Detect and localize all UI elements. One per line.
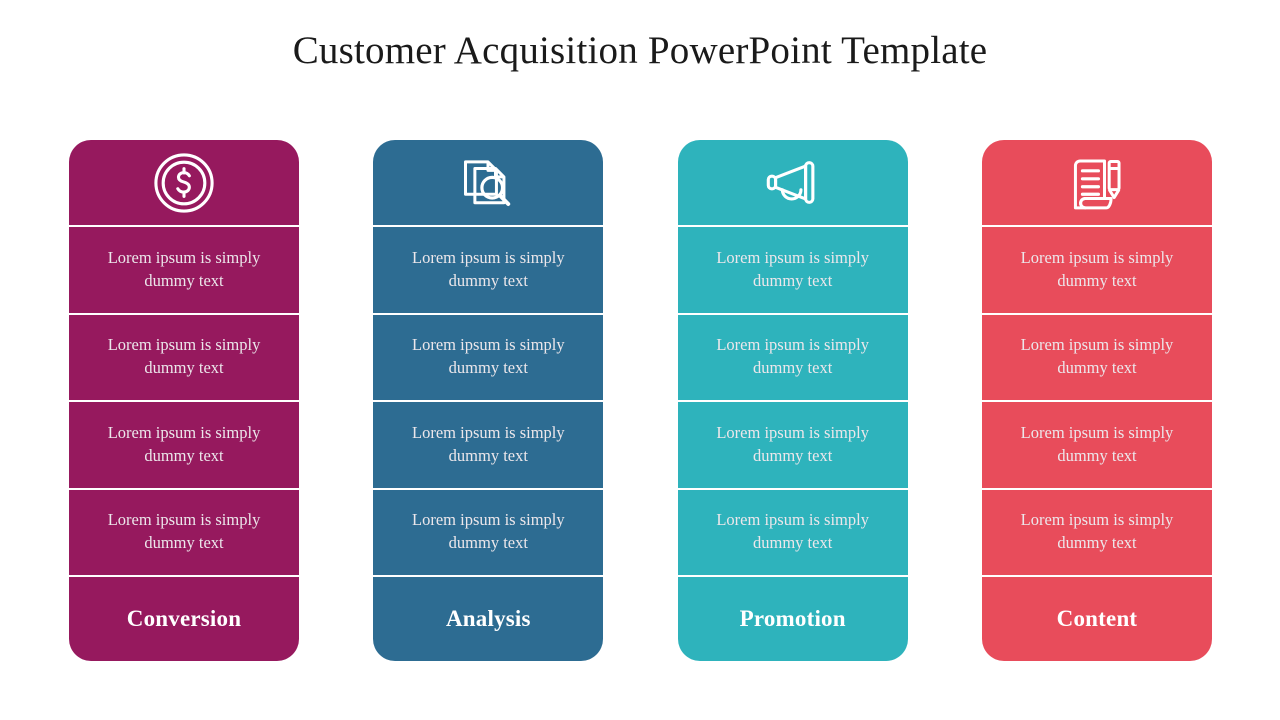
page-title: Customer Acquisition PowerPoint Template (292, 29, 988, 72)
card-row[interactable]: Lorem ipsum is simply dummy text (373, 490, 604, 577)
card-row-text: Lorem ipsum is simply dummy text (716, 247, 869, 290)
card-row[interactable]: Lorem ipsum is simply dummy text (677, 490, 908, 577)
card-row-text: Lorem ipsum is simply dummy text (412, 422, 565, 465)
card-row-text: Lorem ipsum is simply dummy text (412, 247, 565, 290)
card-row[interactable]: Lorem ipsum is simply dummy text (677, 402, 908, 490)
column-card-conversion[interactable]: Lorem ipsum is simply dummy text Lorem i… (69, 140, 299, 661)
card-row-text: Lorem ipsum is simply dummy text (412, 335, 565, 378)
columns-container: Lorem ipsum is simply dummy text Lorem i… (69, 140, 1212, 661)
card-row-text: Lorem ipsum is simply dummy text (716, 510, 869, 553)
card-row-text: Lorem ipsum is simply dummy text (1020, 510, 1174, 553)
card-row-text: Lorem ipsum is simply dummy text (107, 510, 261, 553)
dollar-coin-icon (153, 152, 215, 214)
card-row[interactable]: Lorem ipsum is simply dummy text (373, 402, 604, 490)
column-card-analysis[interactable]: Lorem ipsum is simply dummy text Lorem i… (373, 140, 604, 661)
document-search-icon (458, 153, 518, 213)
card-row[interactable]: Lorem ipsum is simply dummy text (981, 490, 1212, 577)
card-row-text: Lorem ipsum is simply dummy text (107, 422, 261, 465)
card-footer-label: Content (1056, 606, 1138, 631)
card-footer-label: Analysis (445, 606, 531, 631)
document-pencil-icon (1067, 153, 1127, 213)
column-card-promotion[interactable]: Lorem ipsum is simply dummy text Lorem i… (677, 140, 908, 661)
card-row[interactable]: Lorem ipsum is simply dummy text (981, 402, 1212, 490)
slide-canvas: Customer Acquisition PowerPoint Template… (0, 0, 1280, 720)
card-row-text: Lorem ipsum is simply dummy text (412, 510, 565, 553)
card-row-text: Lorem ipsum is simply dummy text (716, 422, 869, 465)
card-icon-header-promotion (677, 140, 908, 227)
card-row[interactable]: Lorem ipsum is simply dummy text (373, 315, 604, 402)
card-footer-label: Promotion (739, 606, 846, 631)
card-row[interactable]: Lorem ipsum is simply dummy text (373, 227, 604, 315)
column-card-content[interactable]: Lorem ipsum is simply dummy text Lorem i… (981, 140, 1212, 661)
card-row[interactable]: Lorem ipsum is simply dummy text (69, 402, 299, 490)
card-row[interactable]: Lorem ipsum is simply dummy text (677, 315, 908, 402)
card-footer-conversion[interactable]: Conversion (69, 577, 299, 661)
card-icon-header-analysis (373, 140, 604, 227)
card-footer-promotion[interactable]: Promotion (678, 577, 908, 661)
card-row-text: Lorem ipsum is simply dummy text (1020, 335, 1174, 378)
card-row-text: Lorem ipsum is simply dummy text (1020, 422, 1174, 465)
card-row[interactable]: Lorem ipsum is simply dummy text (677, 227, 908, 315)
card-row[interactable]: Lorem ipsum is simply dummy text (981, 315, 1212, 402)
card-row-text: Lorem ipsum is simply dummy text (107, 247, 261, 290)
card-footer-content[interactable]: Content (982, 577, 1212, 661)
card-row[interactable]: Lorem ipsum is simply dummy text (69, 315, 299, 402)
card-row-text: Lorem ipsum is simply dummy text (1020, 247, 1174, 290)
card-footer-label: Conversion (126, 606, 242, 631)
card-row[interactable]: Lorem ipsum is simply dummy text (69, 490, 299, 577)
megaphone-icon (762, 152, 824, 214)
card-row-text: Lorem ipsum is simply dummy text (716, 335, 869, 378)
card-footer-analysis[interactable]: Analysis (373, 577, 603, 661)
card-row[interactable]: Lorem ipsum is simply dummy text (69, 227, 299, 315)
card-row[interactable]: Lorem ipsum is simply dummy text (981, 227, 1212, 315)
card-row-text: Lorem ipsum is simply dummy text (107, 335, 261, 378)
card-icon-header-content (981, 140, 1212, 227)
card-icon-header-conversion (69, 140, 299, 227)
